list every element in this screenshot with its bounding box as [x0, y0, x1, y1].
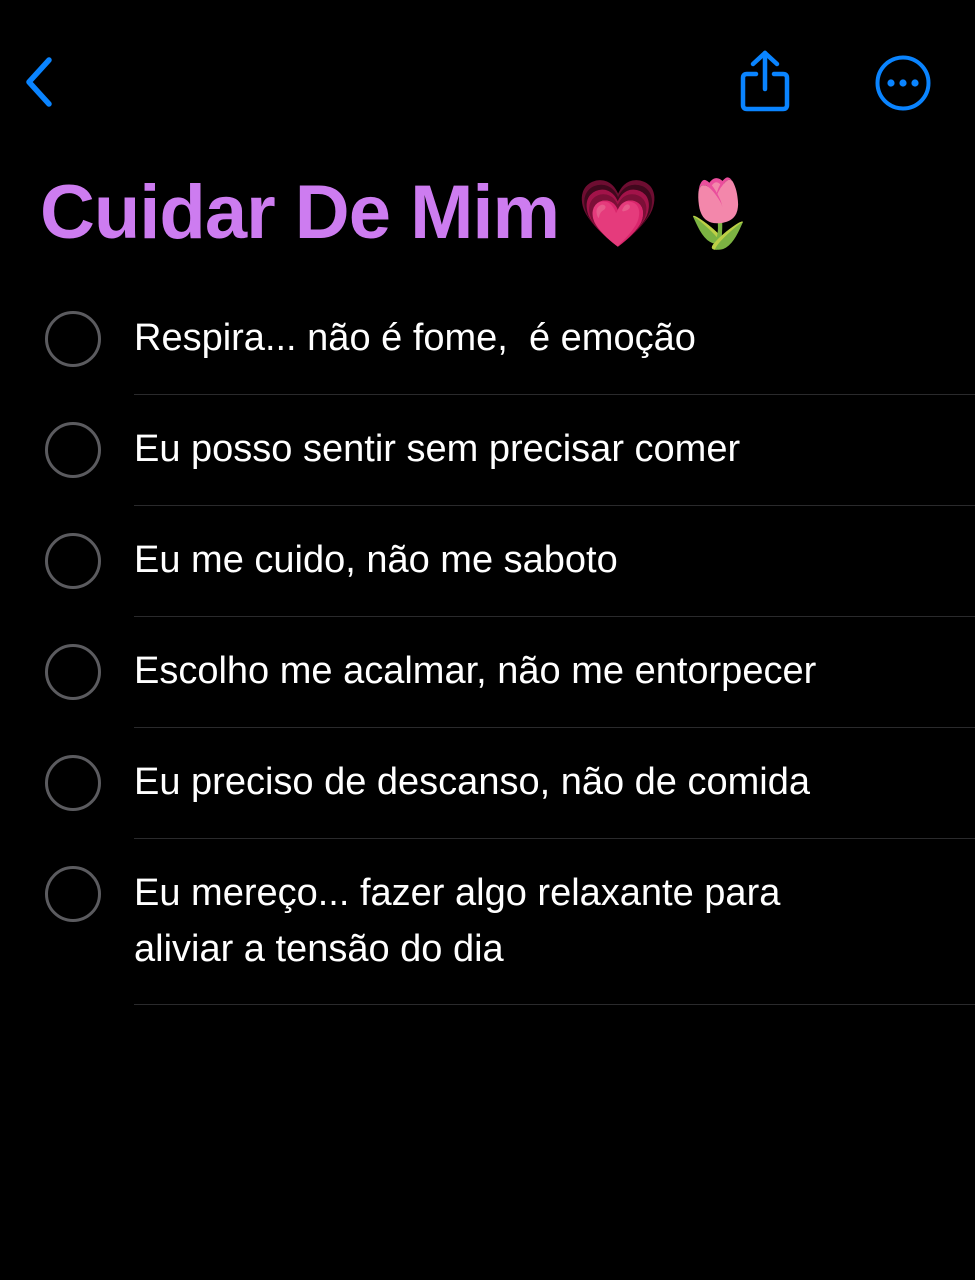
share-icon: [740, 50, 790, 112]
checklist-item: Eu me cuido, não me saboto: [0, 505, 975, 617]
checklist-item-text[interactable]: Eu me cuido, não me saboto: [134, 532, 914, 588]
checklist-item: Eu posso sentir sem precisar comer: [0, 394, 975, 506]
note-title-text[interactable]: Cuidar De Mim: [40, 175, 560, 251]
checkbox[interactable]: [45, 422, 101, 478]
checklist-item-text[interactable]: Eu mereço... fazer algo relaxante para a…: [134, 865, 854, 977]
tulip-icon: 🌷: [677, 176, 760, 250]
navigation-bar: [0, 0, 975, 150]
checklist-item: Escolho me acalmar, não me entorpecer: [0, 616, 975, 728]
checklist-item: Eu preciso de descanso, não de comida: [0, 727, 975, 839]
more-options-button[interactable]: [872, 52, 934, 114]
checkbox[interactable]: [45, 311, 101, 367]
checkbox[interactable]: [45, 755, 101, 811]
checklist-item: Respira... não é fome, é emoção: [0, 283, 975, 395]
checklist-item-text[interactable]: Eu posso sentir sem precisar comer: [134, 421, 914, 477]
checklist: Respira... não é fome, é emoção Eu posso…: [0, 283, 975, 1005]
back-button[interactable]: [14, 50, 64, 114]
checklist-item-text[interactable]: Eu preciso de descanso, não de comida: [134, 754, 914, 810]
note-title[interactable]: Cuidar De Mim 💗 🌷: [40, 168, 759, 258]
checkbox[interactable]: [45, 644, 101, 700]
checkbox[interactable]: [45, 866, 101, 922]
heart-icon: 💗: [577, 176, 660, 250]
checklist-item: Eu mereço... fazer algo relaxante para a…: [0, 838, 975, 1005]
checklist-item-text[interactable]: Escolho me acalmar, não me entorpecer: [134, 643, 914, 699]
chevron-left-icon: [26, 57, 52, 107]
share-button[interactable]: [732, 46, 798, 116]
checklist-item-text[interactable]: Respira... não é fome, é emoção: [134, 310, 914, 366]
item-divider: [134, 1004, 975, 1005]
ellipsis-circle-icon: [875, 55, 931, 111]
checkbox[interactable]: [45, 533, 101, 589]
